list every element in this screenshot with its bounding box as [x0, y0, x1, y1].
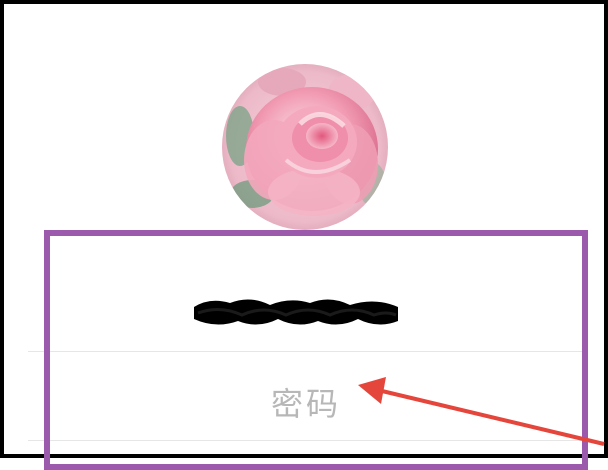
- annotation-highlight-box: [44, 230, 588, 470]
- avatar[interactable]: [222, 64, 388, 230]
- rose-avatar-icon: [222, 64, 388, 230]
- screenshot-frame: 密码: [0, 0, 608, 470]
